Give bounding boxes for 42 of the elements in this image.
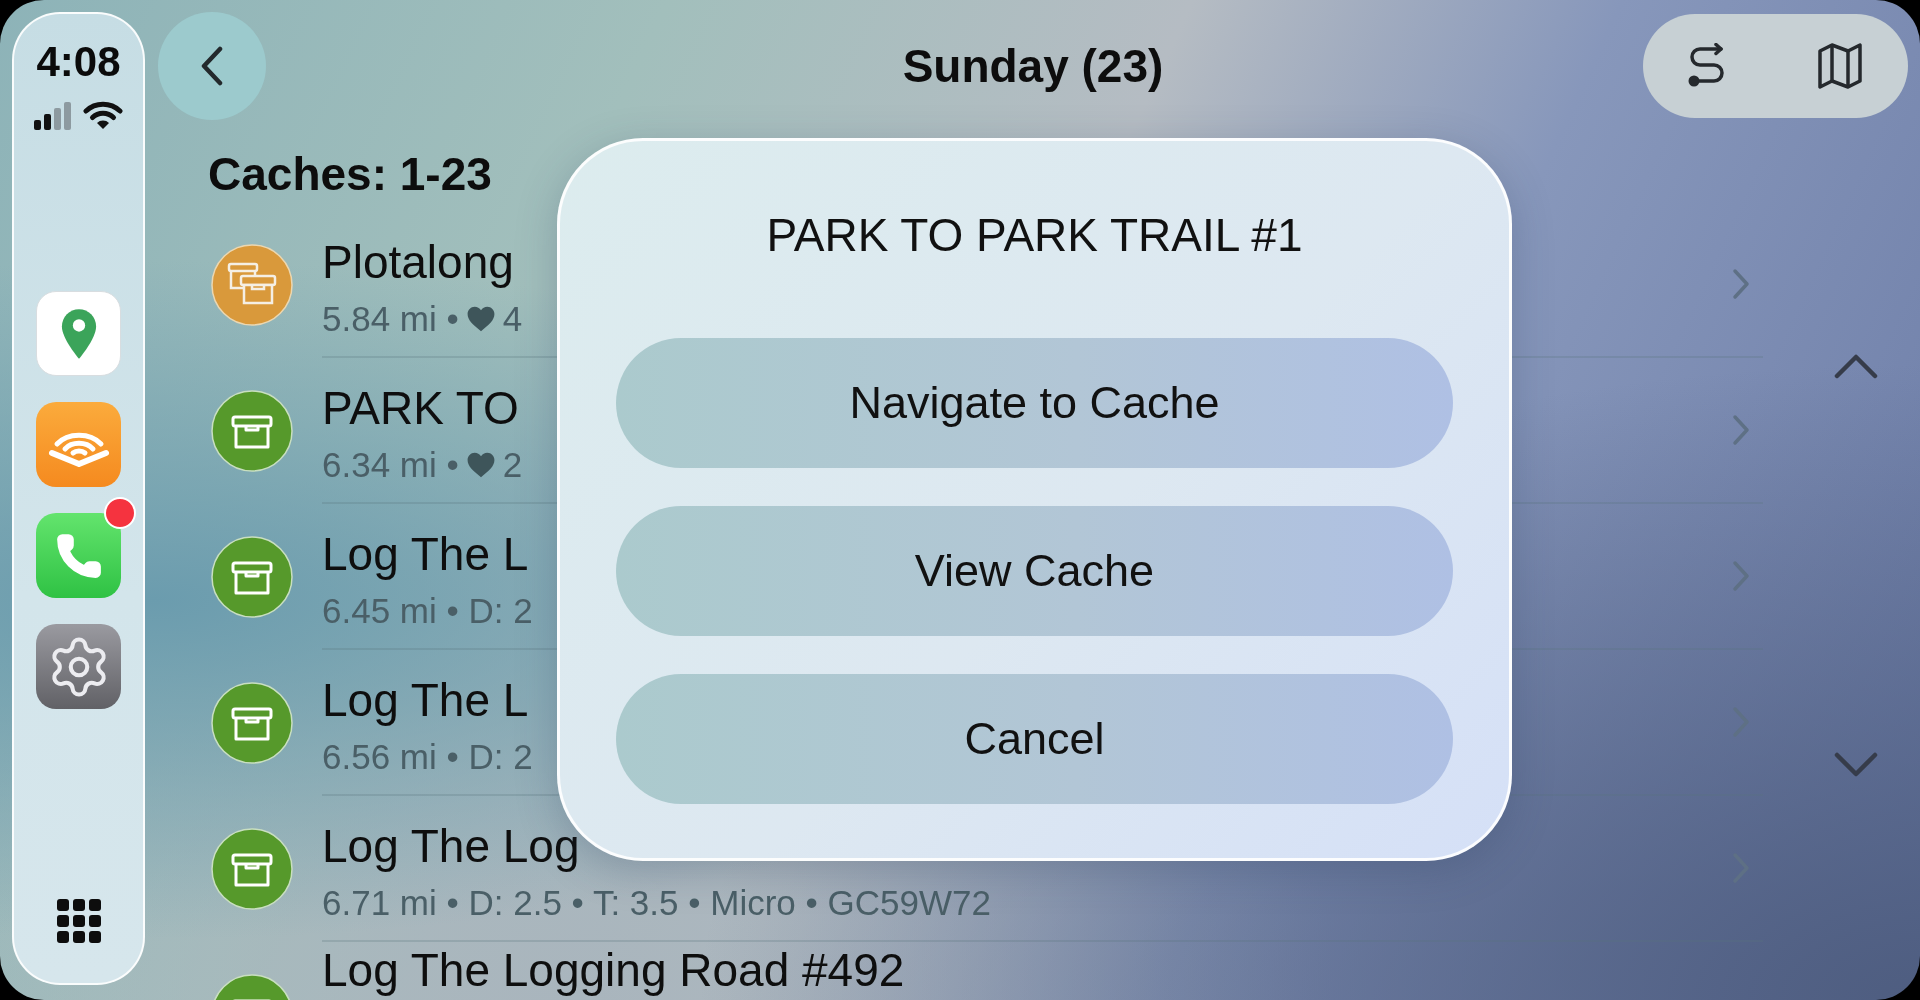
heart-icon bbox=[466, 306, 495, 332]
audiobook-icon[interactable] bbox=[36, 402, 121, 487]
cache-title: Plotalong bbox=[322, 235, 514, 290]
cache-details: 6.34 mi • bbox=[322, 444, 459, 486]
clock-time: 4:08 bbox=[36, 40, 121, 84]
dialog-button[interactable]: View Cache bbox=[616, 506, 1453, 636]
chevron-down-icon[interactable] bbox=[1833, 752, 1878, 778]
cache-details: 5.84 mi • bbox=[322, 298, 459, 340]
cache-title: Log The L bbox=[322, 673, 529, 728]
archive-box-icon bbox=[211, 536, 293, 618]
archive-box-icon bbox=[211, 828, 293, 910]
archive-box-icon bbox=[211, 390, 293, 472]
chevron-right-icon bbox=[1732, 414, 1750, 446]
settings-icon[interactable] bbox=[36, 624, 121, 709]
cache-title: Log The L bbox=[322, 527, 529, 582]
archive-box-icon bbox=[211, 682, 293, 764]
wifi-icon bbox=[83, 100, 123, 130]
stacked-boxes-icon bbox=[211, 244, 293, 326]
favorite-count: 4 bbox=[502, 298, 523, 340]
signal-bars-icon bbox=[34, 102, 71, 130]
route-icon[interactable] bbox=[1687, 43, 1725, 89]
cache-title: Log The Log bbox=[322, 819, 580, 874]
heart-icon bbox=[466, 452, 495, 478]
cache-details: 6.56 mi • D: 2 bbox=[322, 736, 533, 778]
chevron-right-icon bbox=[1732, 268, 1750, 300]
chevron-up-icon[interactable] bbox=[1833, 353, 1878, 379]
cache-details: 6.45 mi • D: 2 bbox=[322, 590, 533, 632]
cache-details: 6.71 mi • D: 2.5 • T: 3.5 • Micro • GC59W72 bbox=[322, 882, 991, 924]
cache-title: PARK TO bbox=[322, 381, 519, 436]
map-icon[interactable] bbox=[1818, 43, 1862, 89]
dialog-button[interactable]: Cancel bbox=[616, 674, 1453, 804]
phone-icon[interactable] bbox=[36, 513, 121, 598]
map-pin-icon[interactable] bbox=[36, 291, 121, 376]
dialog-title: PARK TO PARK TRAIL #1 bbox=[766, 209, 1303, 261]
screen-title: Sunday (23) bbox=[902, 39, 1164, 93]
chevron-left-icon bbox=[200, 46, 224, 86]
app-grid-icon[interactable] bbox=[56, 899, 101, 943]
section-heading: Caches: 1-23 bbox=[208, 149, 492, 199]
chevron-right-icon bbox=[1732, 560, 1750, 592]
favorite-count: 2 bbox=[502, 444, 523, 486]
cache-title: Log The Logging Road #492 bbox=[322, 943, 905, 998]
dialog-button[interactable]: Navigate to Cache bbox=[616, 338, 1453, 468]
